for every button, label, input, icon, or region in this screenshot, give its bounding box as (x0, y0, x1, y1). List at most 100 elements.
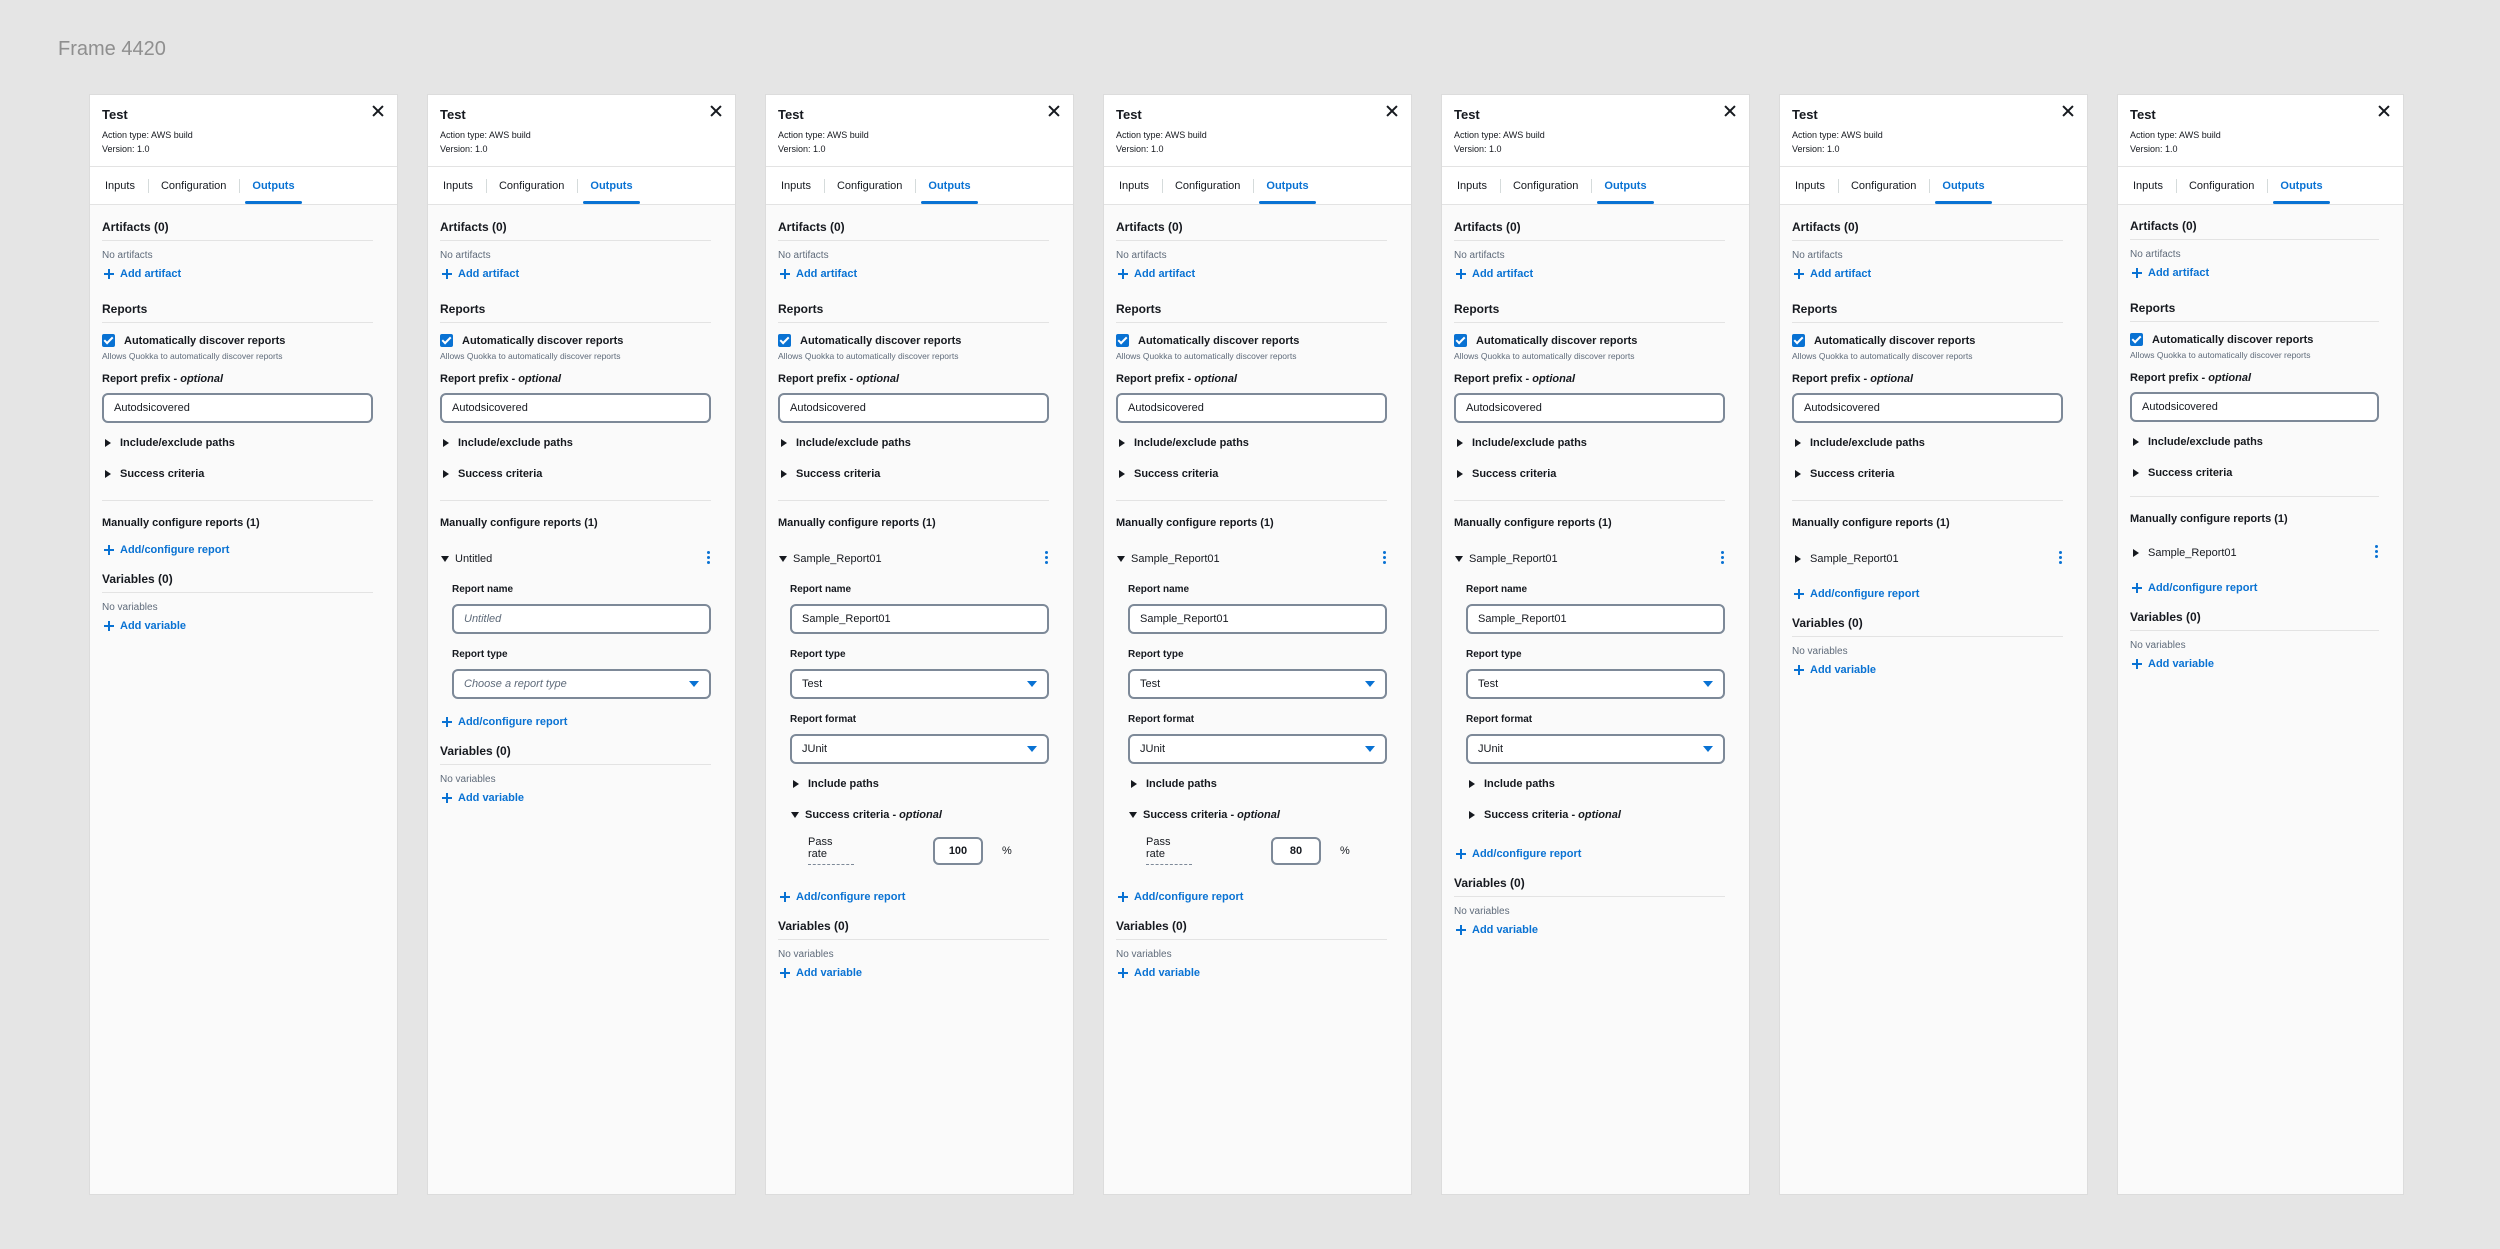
tab-configuration[interactable]: Configuration (2175, 167, 2267, 205)
add-artifact-link[interactable]: Add artifact (102, 267, 385, 281)
report-format-select[interactable]: JUnit (1128, 734, 1387, 764)
close-icon[interactable] (1722, 103, 1738, 119)
add-artifact-link[interactable]: Add artifact (2130, 266, 2391, 280)
close-icon[interactable] (708, 103, 724, 119)
tab-inputs[interactable]: Inputs (2120, 167, 2176, 205)
success-criteria-expander[interactable]: Success criteria (778, 468, 1061, 480)
include-exclude-expander[interactable]: Include/exclude paths (1792, 437, 2075, 449)
tab-outputs[interactable]: Outputs (2267, 167, 2335, 205)
report-expander-sample[interactable]: Sample_Report01 (1454, 551, 1737, 565)
close-icon[interactable] (2376, 103, 2392, 119)
auto-discover-checkbox[interactable] (440, 334, 453, 347)
success-criteria-expander[interactable]: Success criteria (1116, 468, 1399, 480)
include-exclude-expander[interactable]: Include/exclude paths (440, 437, 723, 449)
success-criteria-optional-expander[interactable]: Success criteria - optional (790, 809, 1061, 821)
tab-inputs[interactable]: Inputs (1782, 167, 1838, 205)
close-icon[interactable] (1384, 103, 1400, 119)
auto-discover-checkbox[interactable] (102, 334, 115, 347)
report-prefix-input[interactable]: Autodsicovered (1116, 393, 1387, 423)
tab-configuration[interactable]: Configuration (1161, 167, 1253, 205)
auto-discover-checkbox[interactable] (778, 334, 791, 347)
include-exclude-expander[interactable]: Include/exclude paths (102, 437, 385, 449)
include-exclude-expander[interactable]: Include/exclude paths (778, 437, 1061, 449)
add-variable-link[interactable]: Add variable (1792, 663, 2075, 677)
add-variable-link[interactable]: Add variable (1454, 923, 1737, 937)
report-type-select[interactable]: Test (790, 669, 1049, 699)
success-criteria-expander[interactable]: Success criteria (102, 468, 385, 480)
auto-discover-checkbox[interactable] (1792, 334, 1805, 347)
tab-configuration[interactable]: Configuration (1837, 167, 1929, 205)
close-icon[interactable] (2060, 103, 2076, 119)
add-configure-report-link[interactable]: Add/configure report (778, 890, 1061, 904)
success-criteria-expander[interactable]: Success criteria (2130, 467, 2391, 479)
include-paths-expander[interactable]: Include paths (1128, 778, 1399, 790)
add-configure-report-link[interactable]: Add/configure report (440, 715, 723, 729)
report-prefix-input[interactable]: Autodsicovered (2130, 392, 2379, 422)
report-expander-sample[interactable]: Sample_Report01 (1792, 551, 2075, 565)
report-prefix-input[interactable]: Autodsicovered (440, 393, 711, 423)
add-variable-link[interactable]: Add variable (440, 791, 723, 805)
tab-outputs[interactable]: Outputs (915, 167, 983, 205)
success-criteria-optional-expander[interactable]: Success criteria - optional (1128, 809, 1399, 821)
success-criteria-expander[interactable]: Success criteria (440, 468, 723, 480)
success-criteria-optional-expander[interactable]: Success criteria - optional (1466, 809, 1737, 821)
report-name-input[interactable]: Untitled (452, 604, 711, 634)
tab-inputs[interactable]: Inputs (768, 167, 824, 205)
tab-outputs[interactable]: Outputs (577, 167, 645, 205)
add-artifact-link[interactable]: Add artifact (1116, 267, 1399, 281)
add-artifact-link[interactable]: Add artifact (778, 267, 1061, 281)
report-type-select[interactable]: Choose a report type (452, 669, 711, 699)
tab-outputs[interactable]: Outputs (1929, 167, 1997, 205)
success-criteria-expander[interactable]: Success criteria (1454, 468, 1737, 480)
tab-configuration[interactable]: Configuration (147, 167, 239, 205)
more-options-icon[interactable] (1383, 551, 1387, 565)
add-artifact-link[interactable]: Add artifact (1792, 267, 2075, 281)
include-exclude-expander[interactable]: Include/exclude paths (1116, 437, 1399, 449)
add-variable-link[interactable]: Add variable (2130, 657, 2391, 671)
tab-inputs[interactable]: Inputs (1444, 167, 1500, 205)
tab-inputs[interactable]: Inputs (1106, 167, 1162, 205)
report-type-select[interactable]: Test (1128, 669, 1387, 699)
tab-configuration[interactable]: Configuration (1499, 167, 1591, 205)
report-prefix-input[interactable]: Autodsicovered (1454, 393, 1725, 423)
more-options-icon[interactable] (707, 551, 711, 565)
success-criteria-expander[interactable]: Success criteria (1792, 468, 2075, 480)
include-exclude-expander[interactable]: Include/exclude paths (2130, 436, 2391, 448)
close-icon[interactable] (370, 103, 386, 119)
add-variable-link[interactable]: Add variable (778, 966, 1061, 980)
include-exclude-expander[interactable]: Include/exclude paths (1454, 437, 1737, 449)
tab-configuration[interactable]: Configuration (823, 167, 915, 205)
report-expander-sample[interactable]: Sample_Report01 (2130, 545, 2391, 559)
more-options-icon[interactable] (2059, 551, 2063, 565)
add-variable-link[interactable]: Add variable (102, 619, 385, 633)
add-configure-report-link[interactable]: Add/configure report (1792, 587, 2075, 601)
add-configure-report-link[interactable]: Add/configure report (102, 543, 385, 557)
pass-rate-input[interactable]: 80 (1271, 836, 1321, 865)
auto-discover-checkbox[interactable] (1116, 334, 1129, 347)
add-configure-report-link[interactable]: Add/configure report (1454, 847, 1737, 861)
add-artifact-link[interactable]: Add artifact (440, 267, 723, 281)
more-options-icon[interactable] (2375, 545, 2379, 559)
add-artifact-link[interactable]: Add artifact (1454, 267, 1737, 281)
tab-configuration[interactable]: Configuration (485, 167, 577, 205)
report-expander-sample[interactable]: Sample_Report01 (778, 551, 1061, 565)
report-name-input[interactable]: Sample_Report01 (1466, 604, 1725, 634)
report-name-input[interactable]: Sample_Report01 (1128, 604, 1387, 634)
add-configure-report-link[interactable]: Add/configure report (1116, 890, 1399, 904)
tab-outputs[interactable]: Outputs (239, 167, 307, 205)
report-name-input[interactable]: Sample_Report01 (790, 604, 1049, 634)
tab-inputs[interactable]: Inputs (92, 167, 148, 205)
report-expander-sample[interactable]: Sample_Report01 (1116, 551, 1399, 565)
tab-inputs[interactable]: Inputs (430, 167, 486, 205)
report-prefix-input[interactable]: Autodsicovered (778, 393, 1049, 423)
tab-outputs[interactable]: Outputs (1591, 167, 1659, 205)
include-paths-expander[interactable]: Include paths (1466, 778, 1737, 790)
close-icon[interactable] (1046, 103, 1062, 119)
report-prefix-input[interactable]: Autodsicovered (1792, 393, 2063, 423)
pass-rate-input[interactable]: 100 (933, 836, 983, 865)
report-format-select[interactable]: JUnit (1466, 734, 1725, 764)
tab-outputs[interactable]: Outputs (1253, 167, 1321, 205)
more-options-icon[interactable] (1721, 551, 1725, 565)
auto-discover-checkbox[interactable] (1454, 334, 1467, 347)
add-configure-report-link[interactable]: Add/configure report (2130, 581, 2391, 595)
